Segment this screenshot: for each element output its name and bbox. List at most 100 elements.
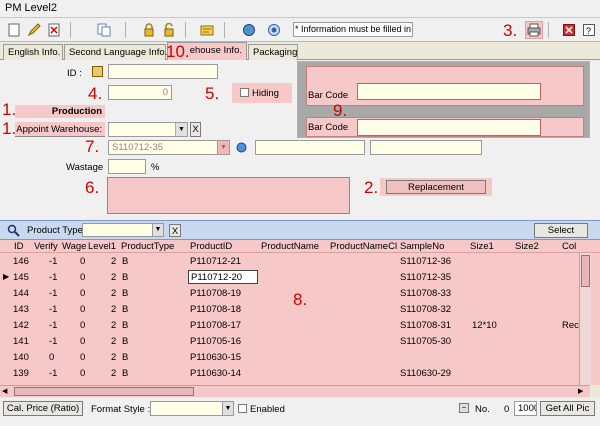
enabled-label: Enabled xyxy=(250,404,285,415)
appoint-clear-button[interactable]: X xyxy=(190,122,201,137)
no-label: No. xyxy=(475,404,490,415)
col-header-id[interactable]: ID xyxy=(14,241,24,252)
filter-bar: Product Type ▼ X Select xyxy=(0,220,600,240)
id-lookup-icon[interactable] xyxy=(92,66,103,77)
cell-pid: P110712-21 xyxy=(190,256,242,267)
product-type-label: Product Type xyxy=(27,225,83,236)
remark-textarea[interactable] xyxy=(107,177,350,214)
annotation-8: 8. xyxy=(293,290,308,309)
cell-id: 144 xyxy=(13,288,29,299)
h-scroll-thumb[interactable] xyxy=(14,387,194,396)
grid-vertical-scrollbar[interactable] xyxy=(579,253,591,385)
quantity-input[interactable]: 0 xyxy=(108,85,172,100)
hiding-checkbox[interactable] xyxy=(240,88,249,97)
cell-id: 142 xyxy=(13,320,29,331)
appoint-warehouse-label: Appoint Warehouse: xyxy=(16,124,102,135)
table-row[interactable]: 140 0 0 2 B P110630-15 xyxy=(0,349,590,365)
copy-icon[interactable] xyxy=(95,21,113,39)
enabled-checkbox[interactable] xyxy=(238,404,247,413)
wastage-input[interactable] xyxy=(108,159,146,174)
no-value: 0 xyxy=(504,404,510,415)
cell-level1: 2 xyxy=(111,352,117,363)
production-label: Production xyxy=(51,106,102,117)
col-header-productname[interactable]: ProductName xyxy=(261,241,319,252)
minus-icon[interactable]: − xyxy=(459,403,469,413)
scroll-thumb[interactable] xyxy=(581,255,590,287)
cell-pid: P110708-17 xyxy=(190,320,242,331)
col-header-level1[interactable]: Level1 xyxy=(88,241,116,252)
cell-id: 146 xyxy=(13,256,29,267)
cell-wage: 0 xyxy=(80,256,86,267)
barcode-label-2: Bar Code xyxy=(308,122,349,133)
product-type-clear-button[interactable]: X xyxy=(169,224,181,237)
hiding-checkbox-container: Hiding xyxy=(232,83,292,103)
cell-verify: -1 xyxy=(49,336,58,347)
col-header-producttype[interactable]: ProductType xyxy=(121,241,174,252)
barcode-input-1[interactable] xyxy=(357,83,541,100)
barcode-label-1: Bar Code xyxy=(308,90,349,101)
wastage-unit: % xyxy=(151,162,160,173)
get-all-pic-button[interactable]: Get All Pic xyxy=(540,401,595,416)
product-type-chevron-down-icon[interactable]: ▼ xyxy=(152,224,163,236)
cell-verify: -1 xyxy=(49,272,58,283)
scroll-right-icon[interactable]: ▶ xyxy=(578,387,586,396)
scroll-left-icon[interactable]: ◀ xyxy=(2,387,10,396)
cell-level1: 2 xyxy=(111,368,117,379)
table-row[interactable]: 139 -1 0 2 B P110630-14 S110630-29 xyxy=(0,365,590,381)
sample-name-input[interactable] xyxy=(255,140,365,155)
help-icon[interactable] xyxy=(265,21,283,39)
select-button[interactable]: Select xyxy=(534,223,588,238)
edit-icon[interactable] xyxy=(25,21,43,39)
cell-ptype: B xyxy=(122,304,129,315)
sample-globe-icon[interactable] xyxy=(236,142,247,153)
page-size-input[interactable]: 1000 xyxy=(514,401,537,416)
cell-pid-focused[interactable]: P110712-20 xyxy=(188,270,258,284)
annotation-2: 2. xyxy=(364,178,379,197)
col-header-wage[interactable]: Wage xyxy=(62,241,86,252)
format-style-chevron-down-icon[interactable]: ▼ xyxy=(222,402,233,415)
cell-wage: 0 xyxy=(80,352,86,363)
col-header-col[interactable]: Col xyxy=(562,241,576,252)
sample-extra-input[interactable] xyxy=(370,140,482,155)
col-header-productnamecl[interactable]: ProductNameCl xyxy=(330,241,397,252)
chevron-down-icon[interactable]: ▼ xyxy=(175,123,187,136)
unlock-icon[interactable] xyxy=(160,21,178,39)
table-row[interactable]: 146 -1 0 2 B P110712-21 S110712-36 xyxy=(0,253,590,269)
id-input[interactable] xyxy=(108,64,218,79)
tab-packaging[interactable]: Packaging xyxy=(248,44,298,60)
barcode-input-2[interactable] xyxy=(357,119,541,136)
cell-sample: S110708-33 xyxy=(400,288,452,299)
search-icon[interactable] xyxy=(7,224,21,237)
close-icon[interactable] xyxy=(560,21,578,39)
tab-english-info[interactable]: English Info. xyxy=(3,44,63,60)
refresh-icon[interactable] xyxy=(198,21,216,39)
cell-verify: -1 xyxy=(49,304,58,315)
cell-id: 143 xyxy=(13,304,29,315)
cell-pid: P110630-14 xyxy=(190,368,242,379)
hiding-label: Hiding xyxy=(252,88,279,99)
lock-icon[interactable] xyxy=(140,21,158,39)
tab-second-language-info[interactable]: Second Language Info. xyxy=(64,44,167,60)
col-header-productid[interactable]: ProductID xyxy=(190,241,232,252)
new-icon[interactable] xyxy=(5,21,23,39)
sample-no-select[interactable]: S110712-35 xyxy=(108,140,230,155)
col-header-verify[interactable]: Verify xyxy=(34,241,58,252)
question-icon[interactable]: ? xyxy=(580,21,598,39)
annotation-6: 6. xyxy=(85,178,100,197)
table-row[interactable]: 141 -1 0 2 B P110705-16 S110705-30 xyxy=(0,333,590,349)
table-row-selected[interactable]: ▶ 145 -1 0 2 B P110712-20 S110712-35 xyxy=(0,269,590,285)
cell-verify: -1 xyxy=(49,368,58,379)
cal-price-button[interactable]: Cal. Price (Ratio) xyxy=(3,401,83,416)
col-header-size2[interactable]: Size2 xyxy=(515,241,539,252)
grid-horizontal-scrollbar[interactable]: ◀ ▶ xyxy=(0,385,590,397)
table-row[interactable]: 142 -1 0 2 B P110708-17 S110708-31 12*10… xyxy=(0,317,590,333)
barcode-row-2: Bar Code xyxy=(306,117,584,137)
col-header-sampleno[interactable]: SampleNo xyxy=(400,241,444,252)
tab-strip: English Info. Second Language Info. ehou… xyxy=(0,42,600,61)
replacement-button[interactable]: Replacement xyxy=(386,180,486,194)
col-header-size1[interactable]: Size1 xyxy=(470,241,494,252)
print-icon[interactable] xyxy=(525,21,543,39)
delete-icon[interactable] xyxy=(45,21,63,39)
globe-icon[interactable] xyxy=(240,21,258,39)
sample-chevron-down-icon[interactable]: ▼ xyxy=(217,141,229,154)
